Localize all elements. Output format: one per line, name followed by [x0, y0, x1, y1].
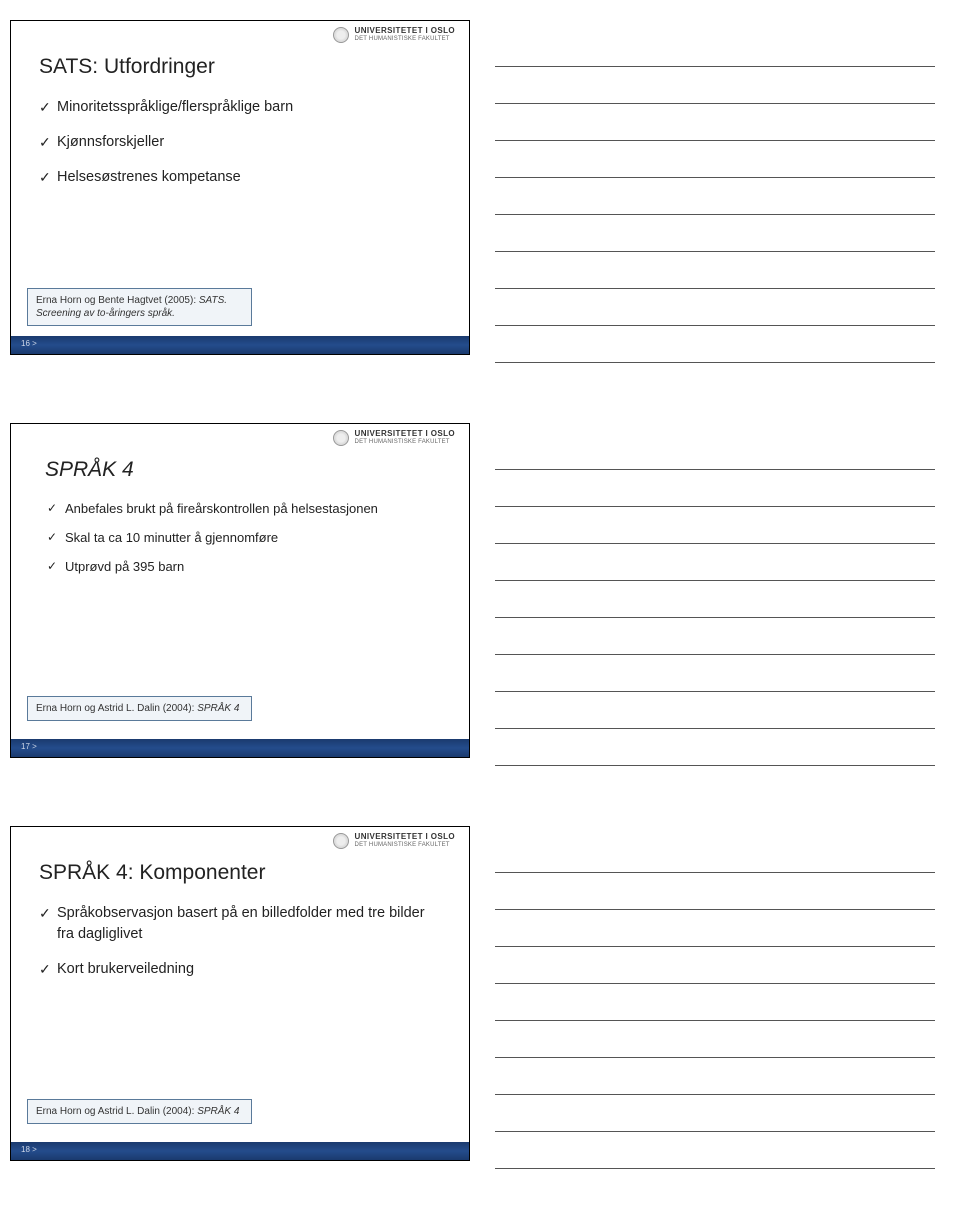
note-line [495, 836, 935, 873]
note-line [495, 655, 935, 692]
bullet-list: Språkobservasjon basert på en billedfold… [39, 903, 441, 980]
note-line [495, 215, 935, 252]
bullet-item: Språkobservasjon basert på en billedfold… [39, 903, 441, 945]
note-line [495, 326, 935, 363]
note-line [495, 692, 935, 729]
note-line [495, 544, 935, 581]
slide-footer: 17 > [11, 739, 469, 757]
reference-box: Erna Horn og Bente Hagtvet (2005): SATS.… [27, 288, 252, 326]
slide-1: UNIVERSITETET I OSLO DET HUMANISTISKE FA… [10, 20, 470, 355]
ref-text: Erna Horn og Bente Hagtvet (2005): [36, 295, 199, 306]
slide-footer: 16 > [11, 336, 469, 354]
university-logo: UNIVERSITETET I OSLO DET HUMANISTISKE FA… [333, 27, 455, 47]
bullet-item: Helsesøstrenes kompetanse [39, 167, 441, 188]
page-number: 16 > [21, 339, 37, 348]
note-line [495, 618, 935, 655]
reference-box: Erna Horn og Astrid L. Dalin (2004): SPR… [27, 1099, 252, 1124]
bullet-item: Skal ta ca 10 minutter å gjennomføre [39, 529, 441, 548]
note-line [495, 30, 935, 67]
note-line [495, 1095, 935, 1132]
slide-title: SATS: Utfordringer [39, 55, 441, 79]
logo-text-bottom: DET HUMANISTISKE FAKULTET [355, 36, 455, 42]
note-line [495, 1058, 935, 1095]
handout-row: UNIVERSITETET I OSLO DET HUMANISTISKE FA… [0, 826, 960, 1169]
bullet-item: Minoritetsspråklige/flerspråklige barn [39, 97, 441, 118]
logo-text-top: UNIVERSITETET I OSLO [355, 833, 455, 841]
university-logo: UNIVERSITETET I OSLO DET HUMANISTISKE FA… [333, 833, 455, 853]
handout-row: UNIVERSITETET I OSLO DET HUMANISTISKE FA… [0, 20, 960, 363]
notes-area [470, 826, 960, 1169]
logo-text-bottom: DET HUMANISTISKE FAKULTET [355, 439, 455, 445]
note-line [495, 289, 935, 326]
slide-3: UNIVERSITETET I OSLO DET HUMANISTISKE FA… [10, 826, 470, 1161]
bullet-list: Minoritetsspråklige/flerspråklige barn K… [39, 97, 441, 188]
note-line [495, 178, 935, 215]
notes-area [470, 423, 960, 766]
logo-text-top: UNIVERSITETET I OSLO [355, 27, 455, 35]
bullet-item: Anbefales brukt på fireårskontrollen på … [39, 500, 441, 519]
slide-header: UNIVERSITETET I OSLO DET HUMANISTISKE FA… [11, 21, 469, 47]
note-line [495, 984, 935, 1021]
ref-italic: SPRÅK 4 [197, 1106, 239, 1117]
slide-footer: 18 > [11, 1142, 469, 1160]
page-number: 18 > [21, 1145, 37, 1154]
seal-icon [333, 833, 349, 849]
note-line [495, 581, 935, 618]
note-line [495, 433, 935, 470]
ref-text: Erna Horn og Astrid L. Dalin (2004): [36, 1106, 197, 1117]
note-line [495, 507, 935, 544]
seal-icon [333, 430, 349, 446]
logo-text-top: UNIVERSITETET I OSLO [355, 430, 455, 438]
slide-header: UNIVERSITETET I OSLO DET HUMANISTISKE FA… [11, 827, 469, 853]
ref-italic: SPRÅK 4 [197, 703, 239, 714]
note-line [495, 1132, 935, 1169]
note-line [495, 141, 935, 178]
note-line [495, 873, 935, 910]
note-line [495, 729, 935, 766]
note-line [495, 1021, 935, 1058]
logo-text-bottom: DET HUMANISTISKE FAKULTET [355, 842, 455, 848]
slide-header: UNIVERSITETET I OSLO DET HUMANISTISKE FA… [11, 424, 469, 450]
slide-title: SPRÅK 4: Komponenter [39, 861, 441, 885]
note-line [495, 470, 935, 507]
note-line [495, 910, 935, 947]
note-line [495, 252, 935, 289]
reference-box: Erna Horn og Astrid L. Dalin (2004): SPR… [27, 696, 252, 721]
note-line [495, 67, 935, 104]
seal-icon [333, 27, 349, 43]
bullet-item: Utprøvd på 395 barn [39, 558, 441, 577]
bullet-item: Kjønnsforskjeller [39, 132, 441, 153]
university-logo: UNIVERSITETET I OSLO DET HUMANISTISKE FA… [333, 430, 455, 450]
slide-2: UNIVERSITETET I OSLO DET HUMANISTISKE FA… [10, 423, 470, 758]
handout-row: UNIVERSITETET I OSLO DET HUMANISTISKE FA… [0, 423, 960, 766]
bullet-list: Anbefales brukt på fireårskontrollen på … [39, 500, 441, 577]
ref-text: Erna Horn og Astrid L. Dalin (2004): [36, 703, 197, 714]
bullet-item: Kort brukerveiledning [39, 959, 441, 980]
page-number: 17 > [21, 742, 37, 751]
notes-area [470, 20, 960, 363]
note-line [495, 947, 935, 984]
note-line [495, 104, 935, 141]
slide-title: SPRÅK 4 [39, 458, 441, 482]
